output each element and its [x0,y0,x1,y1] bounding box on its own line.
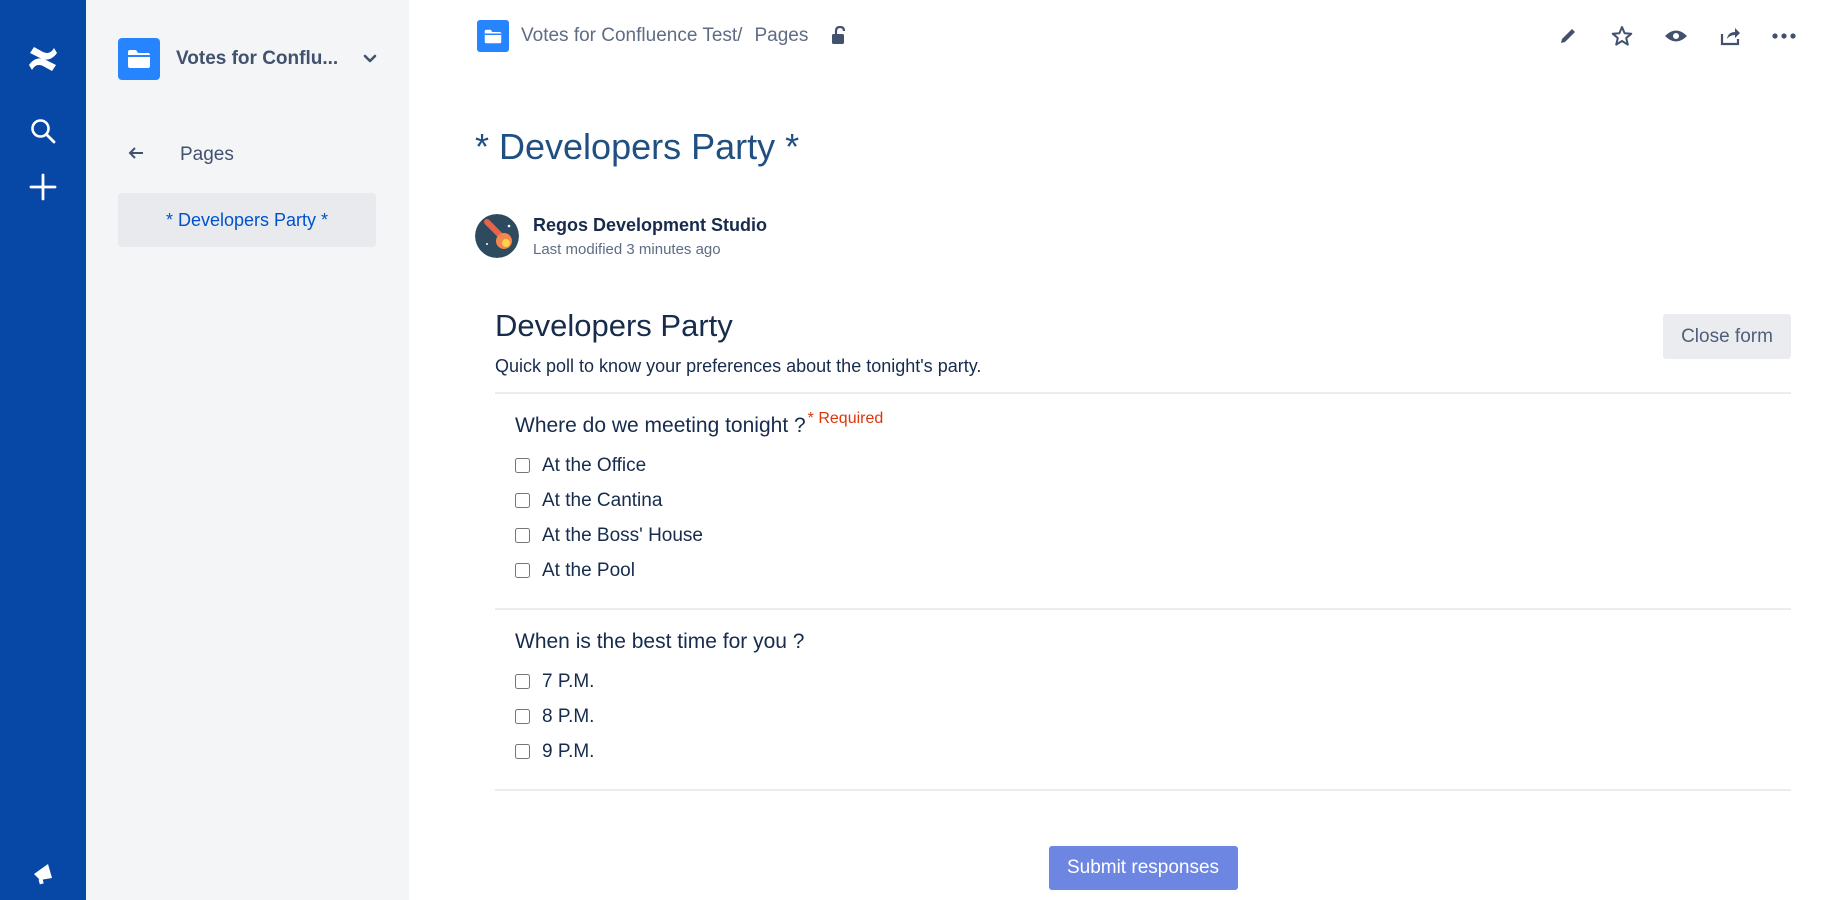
avatar[interactable] [475,214,519,258]
option-at-the-pool[interactable]: At the Pool [515,553,1791,588]
folder-icon[interactable] [477,20,509,52]
question-meeting-place: Where do we meeting tonight ? * Required… [495,394,1791,608]
chevron-down-icon[interactable] [360,54,380,64]
back-to-pages[interactable]: Pages [118,140,380,170]
option-at-the-boss-house[interactable]: At the Boss' House [515,518,1791,553]
author-name[interactable]: Regos Development Studio [533,215,767,236]
checkbox[interactable] [515,493,530,508]
option-9-pm[interactable]: 9 P.M. [515,734,1791,769]
checkbox[interactable] [515,709,530,724]
checkbox[interactable] [515,458,530,473]
question-title: Where do we meeting tonight ? [515,414,806,437]
divider [495,789,1791,791]
breadcrumb-space[interactable]: Votes for Confluence Test/ [521,25,742,47]
pencil-icon[interactable] [1548,16,1588,56]
more-icon[interactable] [1764,16,1804,56]
vote-form: Developers Party Quick poll to know your… [495,300,1791,890]
back-label: Pages [180,144,234,165]
breadcrumb: Votes for Confluence Test/ Pages [477,18,848,54]
global-nav-rail [0,0,86,900]
question-best-time: When is the best time for you ? 7 P.M. 8… [495,610,1791,789]
page-actions [1534,16,1804,56]
close-form-button[interactable]: Close form [1663,314,1791,359]
checkbox[interactable] [515,528,530,543]
breadcrumb-pages[interactable]: Pages [754,25,808,47]
option-8-pm[interactable]: 8 P.M. [515,699,1791,734]
star-icon[interactable] [1602,16,1642,56]
form-description: Quick poll to know your preferences abou… [495,356,982,376]
megaphone-icon[interactable] [22,852,64,894]
page-byline: Regos Development Studio Last modified 3… [475,214,767,258]
space-name: Votes for Conflu... [176,48,339,69]
folder-icon [118,38,160,80]
form-title: Developers Party [495,308,733,343]
share-icon[interactable] [1710,16,1750,56]
sidebar-item-developers-party[interactable]: * Developers Party * [118,193,376,247]
option-at-the-office[interactable]: At the Office [515,448,1791,483]
option-at-the-cantina[interactable]: At the Cantina [515,483,1791,518]
submit-responses-button[interactable]: Submit responses [1048,846,1238,890]
confluence-logo-icon[interactable] [22,38,64,80]
checkbox[interactable] [515,744,530,759]
main-content: Votes for Confluence Test/ Pages * Devel… [409,0,1840,900]
plus-icon[interactable] [22,166,64,208]
unlock-icon[interactable] [830,26,848,46]
question-title: When is the best time for you ? [515,630,805,653]
page-title: * Developers Party * [475,126,800,167]
option-7-pm[interactable]: 7 P.M. [515,664,1791,699]
eye-icon[interactable] [1656,16,1696,56]
space-switcher[interactable]: Votes for Conflu... [118,38,380,80]
last-modified: Last modified 3 minutes ago [533,240,721,258]
arrow-left-icon [118,146,158,165]
required-label: * Required [807,410,884,427]
space-sidebar: Votes for Conflu... Pages * Developers P… [86,0,409,900]
checkbox[interactable] [515,563,530,578]
search-icon[interactable] [22,110,64,152]
checkbox[interactable] [515,674,530,689]
